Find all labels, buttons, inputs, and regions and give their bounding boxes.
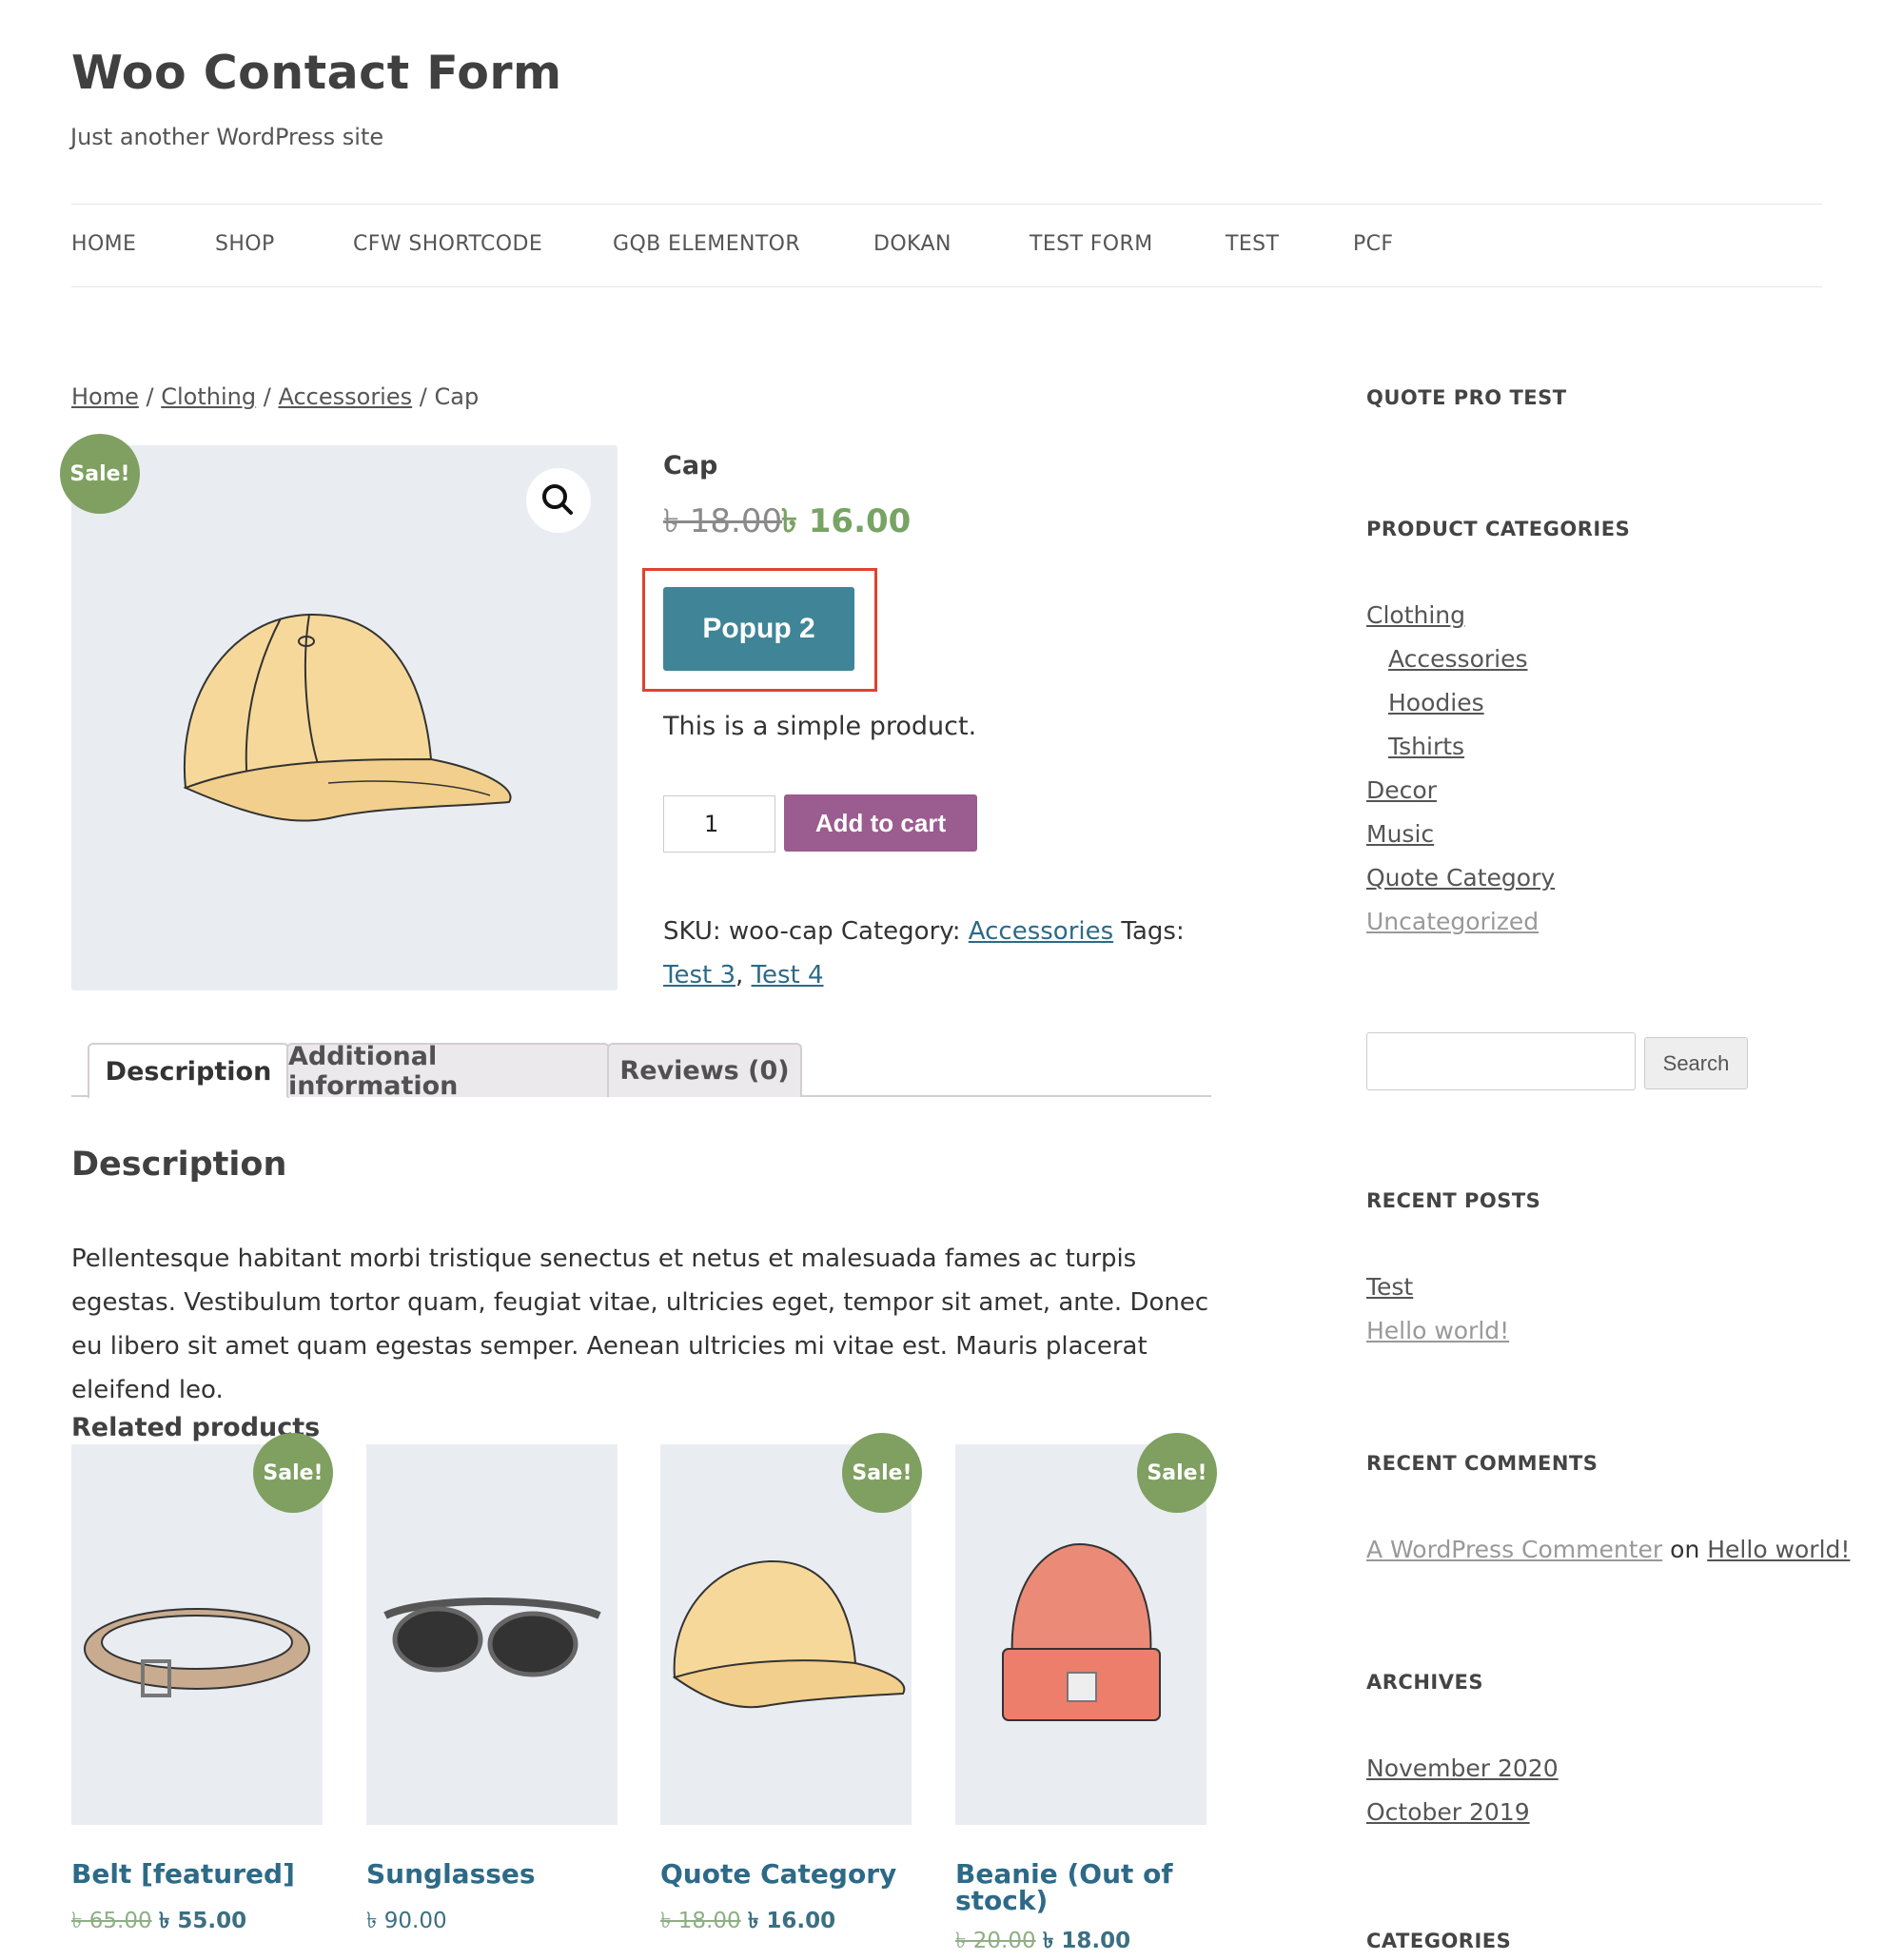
sale-badge: Sale!: [1137, 1433, 1217, 1513]
sku-label: SKU:: [663, 917, 721, 946]
title-line: stock): [955, 1885, 1049, 1916]
product-title: Cap: [663, 451, 718, 480]
search-button[interactable]: Search: [1644, 1037, 1748, 1089]
widget-title-archives: ARCHIVES: [1366, 1671, 1483, 1694]
search-input[interactable]: [1366, 1032, 1636, 1090]
related-product-title[interactable]: Quote Category: [660, 1861, 896, 1888]
recent-post-link[interactable]: Test: [1366, 1273, 1413, 1301]
breadcrumb-home[interactable]: Home: [71, 383, 139, 410]
archive-link[interactable]: October 2019: [1366, 1798, 1530, 1826]
category-link-uncategorized[interactable]: Uncategorized: [1366, 908, 1539, 935]
description-text: Pellentesque habitant morbi tristique se…: [71, 1245, 1209, 1404]
nav-item-pcf[interactable]: PCF: [1353, 232, 1393, 256]
breadcrumb-separator: /: [263, 383, 271, 410]
related-product-price: ৳ 20.00 ৳ 18.00: [955, 1923, 1130, 1960]
widget-title-categories: CATEGORIES: [1366, 1930, 1512, 1952]
site-title[interactable]: Woo Contact Form: [71, 46, 562, 100]
category-link-hoodies[interactable]: Hoodies: [1388, 689, 1484, 716]
popup-2-button[interactable]: Popup 2: [663, 587, 854, 671]
category-label: Category:: [840, 917, 961, 946]
breadcrumb-separator: /: [419, 383, 427, 410]
category-link-tshirts[interactable]: Tshirts: [1388, 733, 1464, 760]
widget-title-product-categories: PRODUCT CATEGORIES: [1366, 518, 1631, 540]
tab-additional-information[interactable]: Additional information: [286, 1042, 610, 1101]
nav-item-home[interactable]: HOME: [71, 232, 136, 256]
description-heading: Description: [71, 1146, 287, 1184]
related-product-title[interactable]: Belt [featured]: [71, 1861, 295, 1888]
related-product-title[interactable]: Sunglasses: [366, 1861, 536, 1888]
nav-item-dokan[interactable]: DOKAN: [873, 232, 951, 256]
nav-item-gqb-elementor[interactable]: GQB ELEMENTOR: [613, 232, 800, 256]
related-product-price: ৳ 18.00 ৳ 16.00: [660, 1903, 835, 1940]
sunglasses-image: [383, 1597, 601, 1677]
magnifier-icon: [542, 484, 573, 515]
category-link-clothing[interactable]: Clothing: [1366, 601, 1465, 629]
regular-price: ৳ 18.00: [663, 502, 783, 540]
comment-post-link[interactable]: Hello world!: [1707, 1536, 1850, 1563]
recent-comment: A WordPress Commenter on Hello world!: [1366, 1536, 1850, 1563]
site-tagline: Just another WordPress site: [70, 124, 384, 150]
tab-description[interactable]: Description: [88, 1043, 289, 1098]
sale-price: ৳ 16.00: [781, 502, 912, 540]
sku-value: woo-cap: [728, 917, 834, 946]
regular-price: ৳ 18.00: [660, 1909, 741, 1933]
widget-title-recent-comments: RECENT COMMENTS: [1366, 1452, 1599, 1475]
category-link[interactable]: Accessories: [969, 917, 1113, 946]
widget-title-quote-pro: QUOTE PRO TEST: [1366, 386, 1567, 409]
breadcrumb-clothing[interactable]: Clothing: [161, 383, 256, 410]
regular-price: ৳ 65.00: [71, 1909, 152, 1933]
nav-divider-top: [71, 204, 1822, 205]
regular-price: ৳ 20.00: [955, 1929, 1036, 1953]
tag-separator: ,: [736, 961, 744, 990]
breadcrumb: Home / Clothing / Accessories / Cap: [71, 383, 479, 410]
tag-link[interactable]: Test 4: [752, 961, 824, 990]
nav-divider-bottom: [71, 286, 1822, 287]
category-link-music[interactable]: Music: [1366, 820, 1434, 848]
price: ৳ 90.00: [366, 1909, 447, 1933]
sale-price: ৳ 55.00: [158, 1909, 247, 1933]
sale-price: ৳ 18.00: [1042, 1929, 1131, 1953]
breadcrumb-accessories[interactable]: Accessories: [278, 383, 412, 410]
related-product-price: ৳ 90.00: [366, 1903, 447, 1940]
archive-link[interactable]: November 2020: [1366, 1754, 1559, 1782]
breadcrumb-current: Cap: [434, 383, 480, 410]
category-link-decor[interactable]: Decor: [1366, 776, 1437, 804]
related-product-image[interactable]: [366, 1444, 618, 1825]
related-product-price: ৳ 65.00 ৳ 55.00: [71, 1903, 246, 1940]
tag-link[interactable]: Test 3: [663, 961, 736, 990]
recent-post-link[interactable]: Hello world!: [1366, 1317, 1509, 1344]
sale-badge: Sale!: [842, 1433, 922, 1513]
quantity-input[interactable]: 1: [663, 795, 775, 853]
sale-badge: Sale!: [60, 434, 140, 514]
breadcrumb-separator: /: [146, 383, 154, 410]
tab-reviews[interactable]: Reviews (0): [607, 1043, 802, 1097]
zoom-button[interactable]: [526, 468, 591, 533]
related-product-title[interactable]: Beanie (Out of stock): [955, 1861, 1173, 1914]
product-meta: SKU: woo-cap Category: Accessories Tags:…: [663, 910, 1196, 997]
product-short-description: This is a simple product.: [663, 712, 977, 741]
category-link-quote-category[interactable]: Quote Category: [1366, 864, 1555, 892]
nav-item-shop[interactable]: SHOP: [215, 232, 275, 256]
comment-author-link[interactable]: A WordPress Commenter: [1366, 1536, 1662, 1563]
sale-badge: Sale!: [253, 1433, 333, 1513]
comment-on-text: on: [1670, 1536, 1700, 1563]
add-to-cart-button[interactable]: Add to cart: [784, 794, 977, 852]
category-link-accessories[interactable]: Accessories: [1388, 645, 1528, 673]
nav-item-test-form[interactable]: TEST FORM: [1030, 232, 1153, 256]
nav-item-cfw-shortcode[interactable]: CFW SHORTCODE: [353, 232, 542, 256]
widget-title-recent-posts: RECENT POSTS: [1366, 1189, 1541, 1212]
sale-price: ৳ 16.00: [747, 1909, 836, 1933]
nav-item-test[interactable]: TEST: [1226, 232, 1279, 256]
tags-label: Tags:: [1121, 917, 1185, 946]
